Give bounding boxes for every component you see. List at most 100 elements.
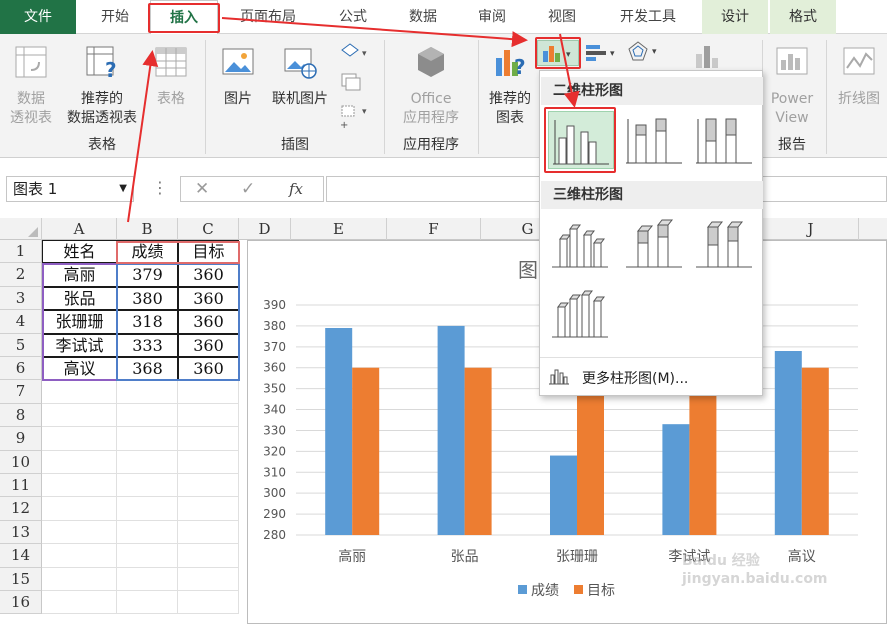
row-header-16[interactable]: 16	[0, 591, 42, 615]
tab-format[interactable]: 格式	[770, 0, 836, 34]
row-header-10[interactable]: 10	[0, 450, 42, 474]
cell-a14[interactable]	[42, 544, 117, 568]
cell-a12[interactable]	[42, 497, 117, 521]
3d-percent-stacked-column-option[interactable]	[692, 217, 758, 275]
x-tick-label: 张品	[451, 549, 479, 565]
cell-b14[interactable]	[117, 544, 178, 568]
tab-formulas[interactable]: 公式	[322, 0, 384, 34]
row-header-13[interactable]: 13	[0, 520, 42, 545]
online-picture-button[interactable]: 联机图片	[264, 44, 336, 109]
cell-a10[interactable]	[42, 450, 117, 474]
y-tick-label: 330	[263, 423, 286, 437]
cell-a11[interactable]	[42, 474, 117, 498]
row-header-11[interactable]: 11	[0, 474, 42, 498]
row-header-8[interactable]: 8	[0, 403, 42, 428]
y-tick-label: 390	[263, 298, 286, 312]
row-header-12[interactable]: 12	[0, 497, 42, 521]
3d-stacked-column-option[interactable]	[622, 217, 688, 275]
highlight-column-chart-button	[535, 37, 581, 69]
col-header-f[interactable]: F	[387, 218, 481, 240]
col-header-a[interactable]: A	[42, 218, 117, 240]
tab-file[interactable]: 文件	[0, 0, 76, 34]
3d-clustered-column-option[interactable]	[548, 217, 614, 275]
cell-a9[interactable]	[42, 427, 117, 451]
picture-button[interactable]: 图片	[214, 44, 262, 109]
tab-home[interactable]: 开始	[86, 0, 144, 34]
cell-a13[interactable]	[42, 520, 117, 545]
row-header-3[interactable]: 3	[0, 286, 42, 311]
table-button[interactable]: 表格	[148, 44, 194, 109]
percent-stacked-column-option[interactable]	[692, 111, 758, 169]
stacked-column-option[interactable]	[622, 111, 688, 169]
row-header-15[interactable]: 15	[0, 567, 42, 591]
bar-目标-张品	[464, 367, 492, 535]
recommended-pivot-button[interactable]: ? 推荐的 数据透视表	[60, 44, 144, 128]
cell-a8[interactable]	[42, 403, 117, 428]
cell-c9[interactable]	[178, 427, 239, 451]
insert-function-icon[interactable]: fx	[289, 180, 303, 198]
cell-b16[interactable]	[117, 591, 178, 615]
col-header-c[interactable]: C	[178, 218, 239, 240]
col-header-e[interactable]: E	[291, 218, 387, 240]
office-apps-button[interactable]: Office 应用程序	[390, 44, 472, 128]
row-header-14[interactable]: 14	[0, 544, 42, 568]
cell-c15[interactable]	[178, 567, 239, 591]
cell-c14[interactable]	[178, 544, 239, 568]
ribbon-separator	[384, 40, 385, 154]
bar-chart-icon[interactable]: ▾	[584, 42, 620, 64]
cell-b8[interactable]	[117, 403, 178, 428]
row-header-1[interactable]: 1	[0, 240, 42, 264]
chevron-down-icon[interactable]: ▼	[119, 177, 127, 201]
cell-b9[interactable]	[117, 427, 178, 451]
row-header-2[interactable]: 2	[0, 263, 42, 287]
range-highlight-values	[116, 263, 240, 381]
cell-a1[interactable]: 姓名	[42, 240, 117, 264]
cell-c7[interactable]	[178, 380, 239, 404]
cell-b10[interactable]	[117, 450, 178, 474]
tab-developer[interactable]: 开发工具	[602, 0, 694, 34]
tab-data[interactable]: 数据	[394, 0, 452, 34]
shapes-smartart-icons[interactable]: ▾ + ▾	[338, 42, 374, 132]
tab-page-layout[interactable]: 页面布局	[226, 0, 310, 34]
row-header-7[interactable]: 7	[0, 380, 42, 404]
cell-a7[interactable]	[42, 380, 117, 404]
cell-b15[interactable]	[117, 567, 178, 591]
row-header-4[interactable]: 4	[0, 310, 42, 334]
col-header-j[interactable]: J	[763, 218, 859, 240]
cell-c8[interactable]	[178, 403, 239, 428]
more-column-charts-item[interactable]: 更多柱形图(M)...	[548, 365, 758, 389]
radar-chart-icon[interactable]: ▾	[626, 40, 662, 64]
select-all-corner[interactable]	[0, 218, 42, 240]
cell-b7[interactable]	[117, 380, 178, 404]
3d-column-option[interactable]	[548, 285, 614, 343]
cell-c12[interactable]	[178, 497, 239, 521]
cell-c16[interactable]	[178, 591, 239, 615]
sparkline-line-label: 折线图	[838, 91, 880, 107]
tab-view[interactable]: 视图	[534, 0, 590, 34]
name-box[interactable]: 图表 1 ▼	[6, 176, 134, 202]
tab-review[interactable]: 审阅	[462, 0, 522, 34]
cell-c13[interactable]	[178, 520, 239, 545]
row-header-9[interactable]: 9	[0, 427, 42, 451]
row-header-6[interactable]: 6	[0, 357, 42, 381]
cell-c10[interactable]	[178, 450, 239, 474]
cancel-icon[interactable]: ✕	[195, 179, 209, 199]
col-header-d[interactable]: D	[239, 218, 291, 240]
cell-a15[interactable]	[42, 567, 117, 591]
cell-b11[interactable]	[117, 474, 178, 498]
tab-design[interactable]: 设计	[702, 0, 768, 34]
pivot-chart-icon[interactable]	[690, 42, 726, 70]
cell-a16[interactable]	[42, 591, 117, 615]
pivot-table-button[interactable]: 数据 透视表	[6, 44, 56, 128]
bar-成绩-高议	[774, 351, 802, 535]
3d-percent-stacked-column-icon	[696, 221, 752, 268]
power-view-button[interactable]: Power View	[764, 44, 820, 128]
enter-icon[interactable]: ✓	[241, 179, 255, 199]
recommended-charts-button[interactable]: ? 推荐的 图表	[482, 44, 538, 128]
row-header-5[interactable]: 5	[0, 333, 42, 357]
col-header-b[interactable]: B	[117, 218, 178, 240]
cell-c11[interactable]	[178, 474, 239, 498]
sparkline-line-button[interactable]: 折线图	[832, 44, 886, 109]
cell-b12[interactable]	[117, 497, 178, 521]
cell-b13[interactable]	[117, 520, 178, 545]
